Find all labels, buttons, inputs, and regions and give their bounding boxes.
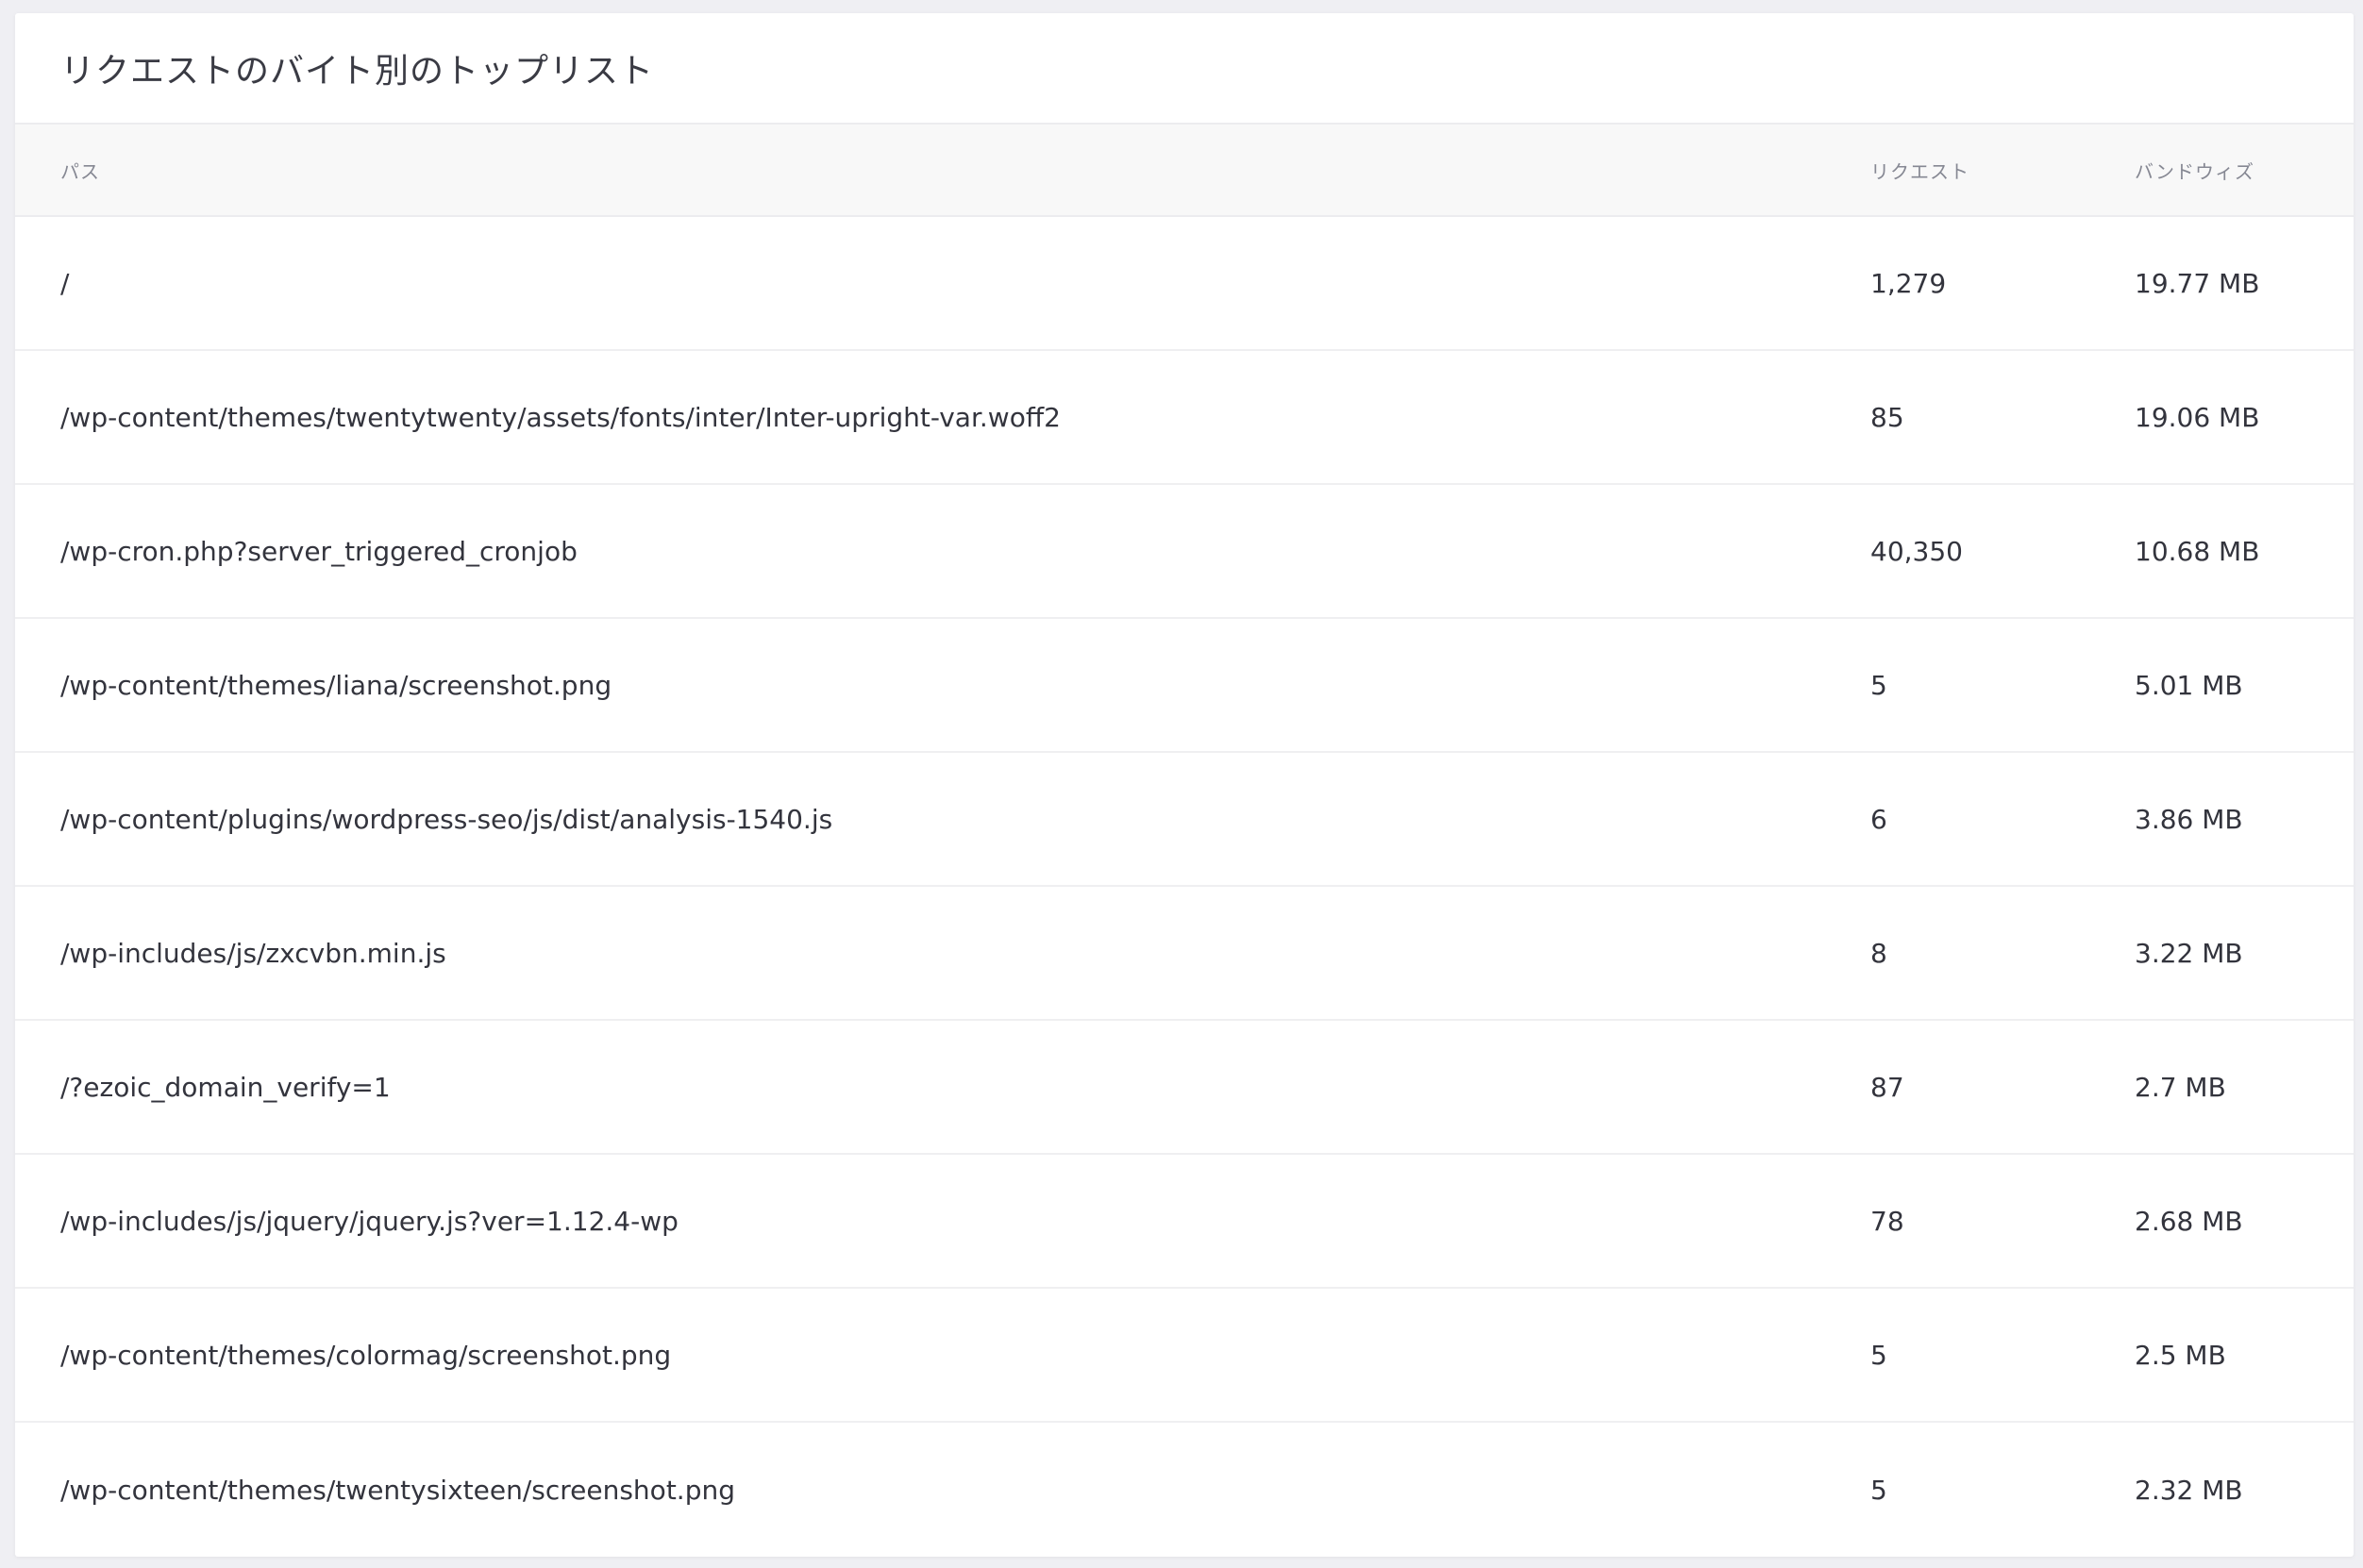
path-cell: /wp-content/plugins/wordpress-seo/js/dis… — [60, 803, 833, 835]
path-cell: / — [60, 267, 70, 299]
table-row: /?ezoic_domain_verify=1 87 2.7 MB — [15, 1021, 2354, 1155]
requests-cell: 1,279 — [1870, 267, 1947, 299]
requests-cell: 8 — [1870, 937, 1887, 969]
requests-cell: 5 — [1870, 1339, 1887, 1371]
bandwidth-cell: 19.77 MB — [2135, 267, 2260, 299]
bandwidth-cell: 2.7 MB — [2135, 1071, 2226, 1103]
table-row: /wp-content/themes/twentysixteen/screens… — [15, 1423, 2354, 1557]
bandwidth-cell: 2.5 MB — [2135, 1339, 2226, 1371]
table-row: /wp-content/plugins/wordpress-seo/js/dis… — [15, 753, 2354, 887]
requests-cell: 78 — [1870, 1205, 1904, 1237]
requests-cell: 40,350 — [1870, 535, 1963, 567]
card-header: リクエストのバイト別のトップリスト — [15, 13, 2354, 125]
table-body: / 1,279 19.77 MB /wp-content/themes/twen… — [15, 217, 2354, 1557]
column-header-requests[interactable]: リクエスト — [1870, 157, 1969, 184]
path-cell: /?ezoic_domain_verify=1 — [60, 1071, 391, 1103]
table-row: /wp-content/themes/liana/screenshot.png … — [15, 619, 2354, 753]
path-cell: /wp-content/themes/colormag/screenshot.p… — [60, 1339, 672, 1371]
requests-cell: 87 — [1870, 1071, 1904, 1103]
bandwidth-cell: 3.22 MB — [2135, 937, 2243, 969]
column-header-path[interactable]: パス — [60, 157, 100, 184]
bandwidth-cell: 2.68 MB — [2135, 1205, 2243, 1237]
path-cell: /wp-content/themes/twentysixteen/screens… — [60, 1474, 735, 1506]
table-row: /wp-cron.php?server_triggered_cronjob 40… — [15, 485, 2354, 619]
table-row: / 1,279 19.77 MB — [15, 217, 2354, 351]
table-row: /wp-includes/js/zxcvbn.min.js 8 3.22 MB — [15, 887, 2354, 1021]
card-title: リクエストのバイト別のトップリスト — [60, 52, 655, 91]
path-cell: /wp-includes/js/jquery/jquery.js?ver=1.1… — [60, 1205, 679, 1237]
table-row: /wp-content/themes/twentytwenty/assets/f… — [15, 351, 2354, 485]
bandwidth-cell: 19.06 MB — [2135, 401, 2260, 433]
bandwidth-cell: 2.32 MB — [2135, 1474, 2243, 1506]
requests-cell: 6 — [1870, 803, 1887, 835]
bandwidth-cell: 10.68 MB — [2135, 535, 2260, 567]
requests-cell: 5 — [1870, 669, 1887, 701]
bandwidth-cell: 3.86 MB — [2135, 803, 2243, 835]
requests-cell: 85 — [1870, 401, 1904, 433]
path-cell: /wp-content/themes/twentytwenty/assets/f… — [60, 401, 1061, 433]
path-cell: /wp-cron.php?server_triggered_cronjob — [60, 535, 578, 567]
path-cell: /wp-includes/js/zxcvbn.min.js — [60, 937, 446, 969]
column-header-bandwidth[interactable]: バンドウィズ — [2135, 157, 2254, 184]
requests-cell: 5 — [1870, 1474, 1887, 1506]
table-row: /wp-content/themes/colormag/screenshot.p… — [15, 1289, 2354, 1423]
path-cell: /wp-content/themes/liana/screenshot.png — [60, 669, 612, 701]
top-requests-by-bytes-card: リクエストのバイト別のトップリスト パス リクエスト バンドウィズ / 1,27… — [15, 13, 2354, 1557]
table-header-row: パス リクエスト バンドウィズ — [15, 125, 2354, 217]
top-requests-table: パス リクエスト バンドウィズ / 1,279 19.77 MB /wp-con… — [15, 125, 2354, 1557]
bandwidth-cell: 5.01 MB — [2135, 669, 2243, 701]
table-row: /wp-includes/js/jquery/jquery.js?ver=1.1… — [15, 1155, 2354, 1289]
